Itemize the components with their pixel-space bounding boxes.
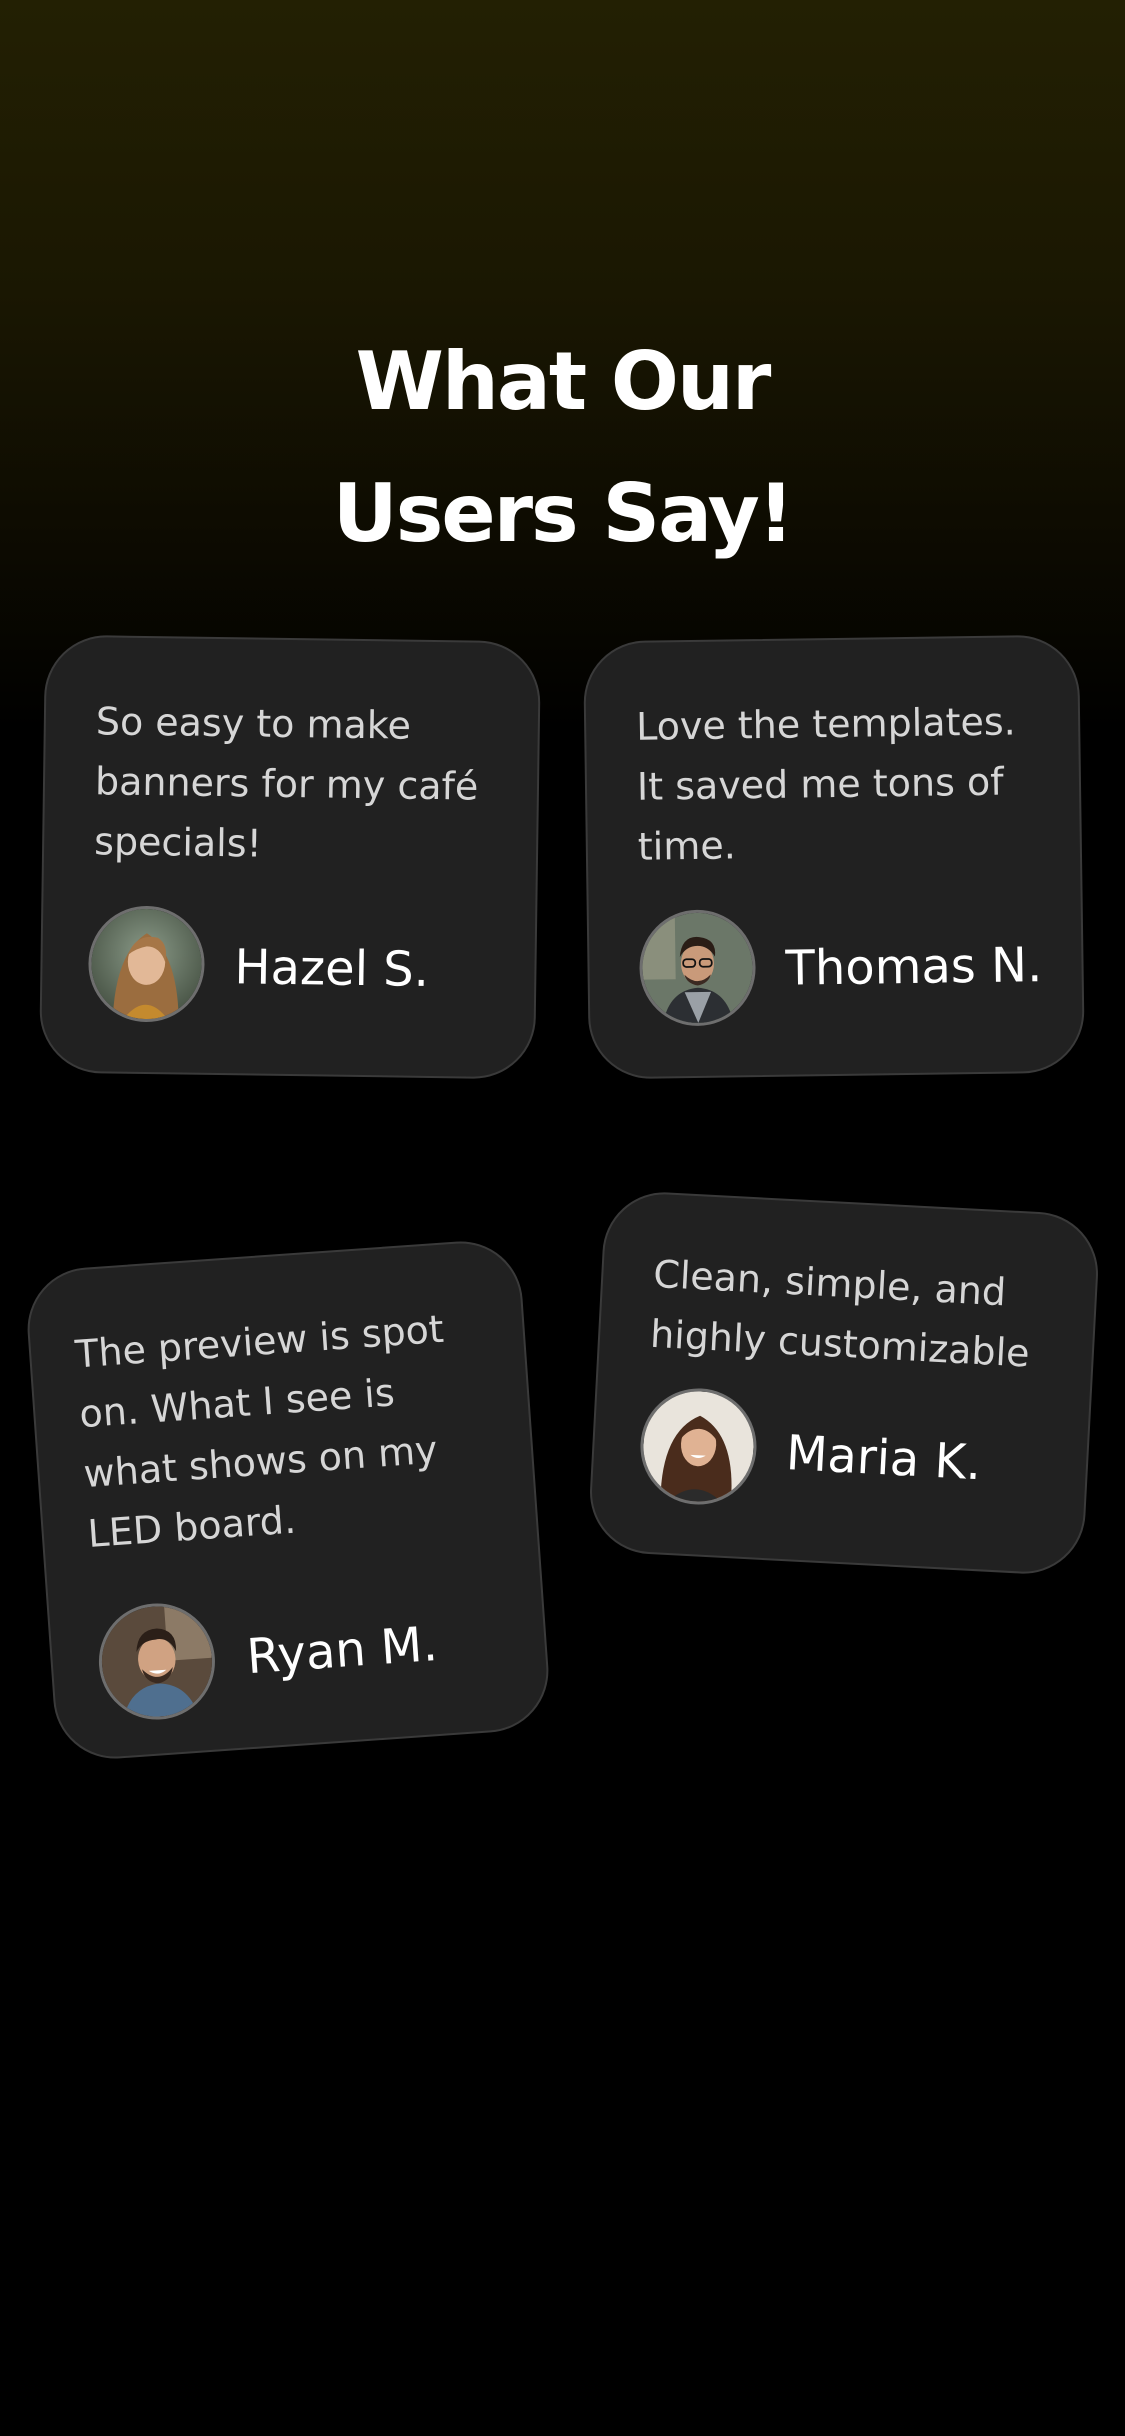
user-photo-icon bbox=[641, 912, 754, 1024]
testimonial-quote: So easy to make banners for my café spec… bbox=[93, 699, 479, 866]
user-photo-icon bbox=[640, 1388, 757, 1505]
testimonial-author: Hazel S. bbox=[234, 939, 430, 998]
testimonial-card-maria: Clean, simple, and highly customizable M… bbox=[586, 1189, 1102, 1577]
page-title-line-1: What Our bbox=[355, 334, 772, 428]
avatar-maria bbox=[637, 1385, 760, 1508]
avatar-thomas bbox=[638, 909, 757, 1027]
testimonial-card-hazel: So easy to make banners for my café spec… bbox=[38, 634, 542, 1080]
testimonial-author: Maria K. bbox=[784, 1425, 983, 1492]
page-title: What Our Users Say! bbox=[0, 316, 1125, 580]
user-photo-icon bbox=[98, 1602, 216, 1721]
avatar-ryan bbox=[95, 1599, 219, 1724]
testimonial-quote: The preview is spot on. What I see is wh… bbox=[73, 1306, 446, 1556]
testimonial-card-ryan: The preview is spot on. What I see is wh… bbox=[23, 1237, 553, 1763]
testimonial-author: Thomas N. bbox=[785, 937, 1043, 997]
avatar-hazel bbox=[87, 905, 206, 1023]
testimonial-card-thomas: Love the templates. It saved me tons of … bbox=[582, 634, 1086, 1080]
user-photo-icon bbox=[90, 908, 203, 1020]
page-title-line-2: Users Say! bbox=[332, 466, 795, 560]
testimonial-author: Ryan M. bbox=[244, 1616, 440, 1686]
testimonial-quote: Love the templates. It saved me tons of … bbox=[635, 699, 1016, 869]
testimonial-quote: Clean, simple, and highly customizable bbox=[649, 1251, 1031, 1376]
